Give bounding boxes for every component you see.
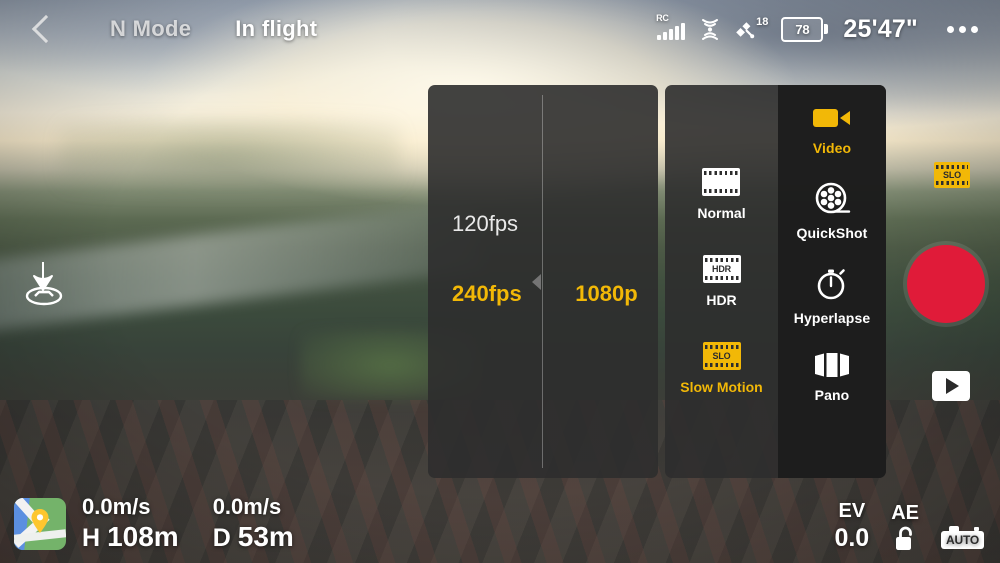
film-strip-slo-badge-icon: SLO	[934, 162, 970, 188]
battery-cap	[824, 24, 829, 34]
shooting-mode-panel: Normal HDR HDR SLO Slow Motion Video Qui…	[665, 85, 886, 478]
vertical-speed-cell: 0.0m/s	[82, 494, 179, 520]
distance-value: 53m	[237, 521, 294, 552]
auto-label: AUTO	[941, 526, 984, 549]
playback-play-icon[interactable]	[932, 371, 970, 401]
mode-video-label: Video	[812, 140, 852, 156]
telemetry-readouts: 0.0m/s 0.0m/s H 108m D 53m	[82, 494, 294, 553]
resolution-option-1080p[interactable]: 1080p	[575, 283, 637, 305]
height-value: 108m	[107, 521, 179, 552]
height-cell: H 108m	[82, 521, 179, 553]
rc-signal-label: RC	[656, 13, 669, 23]
horizontal-speed-cell: 0.0m/s	[213, 494, 294, 520]
mode-quickshot[interactable]: QuickShot	[778, 182, 886, 241]
film-strip-slo-glyph: SLO	[712, 350, 731, 361]
film-strip-icon	[702, 168, 741, 196]
distance-key: D	[212, 524, 231, 552]
camera-auto-icon[interactable]: AUTO	[941, 526, 984, 553]
ae-label: AE	[891, 502, 920, 524]
battery-percent: 78	[795, 21, 810, 37]
resolution-column: 1080p	[555, 85, 658, 478]
status-icon-group: RC 18 78 25'47"	[656, 13, 978, 44]
capture-settings-panel: 120fps 240fps 1080p	[428, 85, 658, 478]
more-options-icon[interactable]	[947, 25, 978, 33]
video-camera-icon	[812, 105, 852, 131]
ev-value: 0.0	[834, 524, 870, 552]
framerate-option-240[interactable]: 240fps	[452, 283, 522, 305]
submode-normal-label: Normal	[697, 205, 746, 221]
submode-normal[interactable]: Normal	[697, 168, 746, 221]
mode-quickshot-label: QuickShot	[796, 225, 868, 241]
stopwatch-icon	[815, 267, 849, 301]
horizontal-speed-value: 0.0m/s	[212, 494, 282, 519]
slo-badge-label: SLO	[943, 169, 961, 180]
submode-hdr[interactable]: HDR HDR	[702, 255, 741, 308]
camera-exposure-controls: EV 0.0 AE AUTO	[834, 500, 984, 553]
satellite-icon	[733, 18, 755, 40]
padlock-unlocked-icon	[892, 525, 918, 553]
battery-body: 78	[781, 16, 824, 42]
flight-mode-label: N Mode	[110, 16, 192, 41]
gps-satellite-count: 18	[756, 16, 769, 28]
distance-cell: D 53m	[213, 521, 294, 553]
bottom-telemetry-bar: 0.0m/s 0.0m/s H 108m D 53m	[14, 494, 294, 553]
flight-timer: 25'47"	[843, 14, 918, 43]
height-key: H	[82, 524, 101, 552]
panorama-icon	[813, 352, 851, 378]
top-status-bar: N Mode In flight RC 18 78 25'47"	[0, 0, 1000, 58]
framerate-option-120[interactable]: 120fps	[452, 213, 518, 235]
battery-icon[interactable]: 78	[781, 16, 829, 42]
submode-slow-motion[interactable]: SLO Slow Motion	[680, 342, 763, 395]
location-pin-icon	[30, 508, 50, 534]
mode-video[interactable]: Video	[778, 105, 886, 156]
gps-status[interactable]: 18	[733, 16, 769, 40]
map-thumbnail[interactable]	[14, 497, 66, 550]
submode-hdr-label: HDR	[706, 292, 737, 308]
drone-camera-app: N Mode In flight RC 18 78 25'47" 120fps …	[0, 0, 1000, 563]
chevron-left-icon[interactable]	[22, 8, 64, 50]
mode-hyperlapse-label: Hyperlapse	[793, 310, 871, 326]
film-strip-hdr-glyph: HDR	[712, 263, 731, 274]
submode-slow-motion-label: Slow Motion	[680, 379, 763, 395]
record-button[interactable]	[907, 245, 985, 323]
vertical-speed-value: 0.0m/s	[82, 494, 151, 519]
film-strip-slo-icon: SLO	[702, 342, 741, 370]
framerate-column: 120fps 240fps	[428, 85, 555, 478]
rc-signal-icon[interactable]: RC	[656, 13, 687, 42]
mode-pano-label: Pano	[814, 387, 850, 403]
video-transmission-icon[interactable]	[700, 17, 720, 41]
aircraft-attitude-down-icon[interactable]	[16, 258, 72, 310]
mode-hyperlapse[interactable]: Hyperlapse	[778, 267, 886, 326]
ev-control[interactable]: EV 0.0	[834, 500, 869, 553]
capture-mode-column: Video QuickShot Hyperlapse Pano	[778, 85, 886, 478]
video-submode-column: Normal HDR HDR SLO Slow Motion	[665, 85, 778, 478]
film-reel-icon	[813, 182, 851, 216]
ae-lock-control[interactable]: AE	[891, 502, 919, 553]
flight-status-label: In flight	[235, 16, 318, 41]
rc-signal-bars	[657, 23, 686, 40]
mode-pano[interactable]: Pano	[778, 352, 886, 403]
ev-label: EV	[838, 500, 866, 522]
film-strip-hdr-icon: HDR	[702, 255, 741, 283]
